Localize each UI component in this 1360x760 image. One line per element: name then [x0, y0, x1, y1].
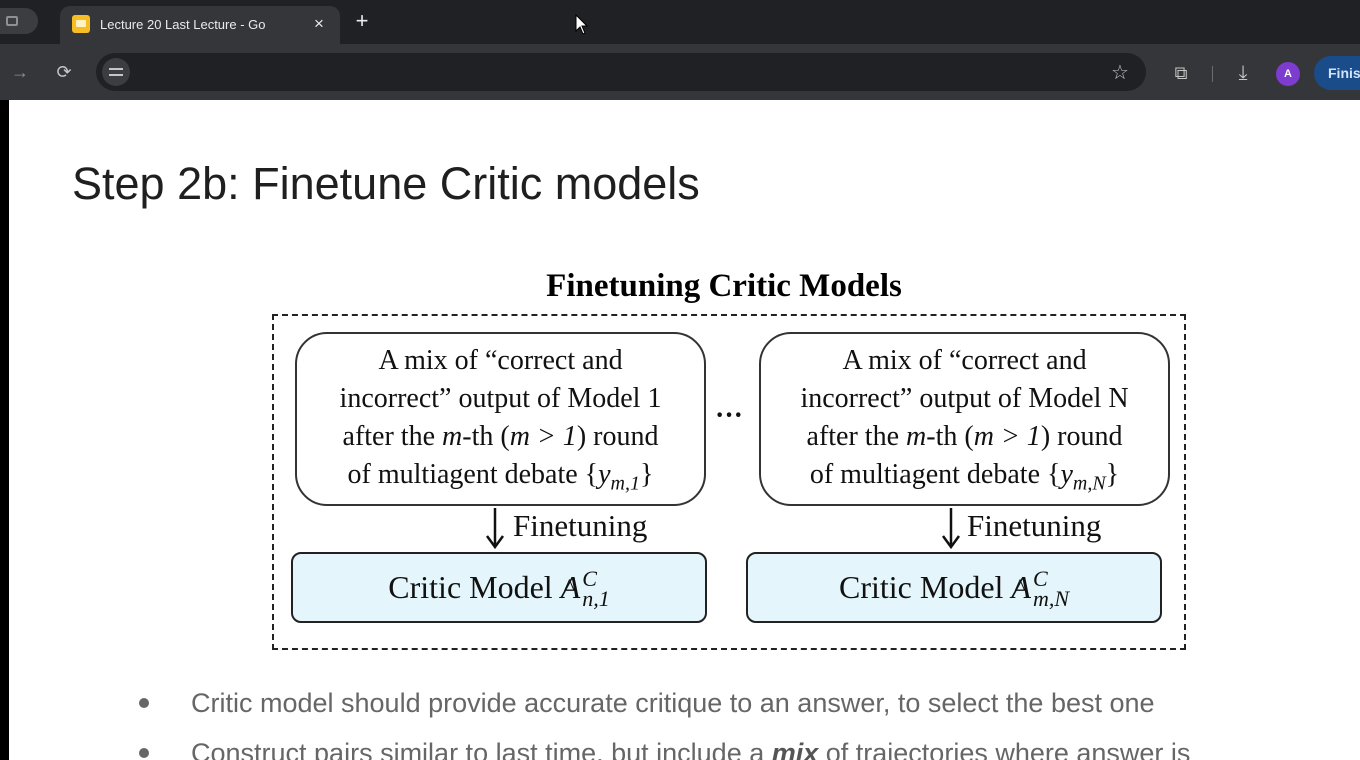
down-arrow-icon	[485, 508, 505, 550]
close-tab-icon[interactable]: ×	[308, 13, 330, 35]
bullet-icon	[139, 698, 149, 708]
bookmark-star-icon[interactable]: ☆	[1107, 60, 1133, 86]
slide-left-edge	[0, 100, 9, 760]
bullet-text: Construct pairs similar to last time, bu…	[191, 738, 1191, 760]
slide-title: Step 2b: Finetune Critic models	[72, 158, 700, 209]
finish-update-button[interactable]: Finis	[1314, 56, 1360, 90]
critic-model-1-box: Critic Model ^ A Cn,1	[291, 552, 707, 623]
new-tab-button[interactable]: +	[350, 9, 374, 33]
active-tab[interactable]: Lecture 20 Last Lecture - Go ×	[60, 6, 340, 44]
box-line: after the m-th (m > 1) round	[806, 421, 1123, 452]
box-line: A mix of “correct and	[842, 345, 1087, 376]
box-line: incorrect” output of Model N	[800, 383, 1129, 414]
critic-model-n-box: Critic Model ^ A Cm,N	[746, 552, 1162, 623]
bullet-text: Critic model should provide accurate cri…	[191, 688, 1155, 718]
tab-strip: Lecture 20 Last Lecture - Go × +	[0, 0, 1360, 44]
box-line: incorrect” output of Model 1	[339, 383, 662, 414]
box-line: of multiagent debate {ym,1}	[347, 459, 654, 495]
model-1-outputs-box: A mix of “correct and incorrect” output …	[295, 332, 706, 506]
model-n-outputs-box: A mix of “correct and incorrect” output …	[759, 332, 1170, 506]
reload-button[interactable]: ⟳	[52, 60, 76, 84]
mouse-cursor-icon	[575, 14, 589, 35]
download-icon[interactable]: ⤓	[1230, 60, 1256, 86]
extensions-icon[interactable]: ⧉	[1168, 60, 1194, 86]
browser-toolbar: → ⟳ ☆ ⧉ ⤓ A Finis	[0, 44, 1360, 100]
site-info-icon[interactable]	[102, 58, 130, 86]
box-line: A mix of “correct and	[378, 345, 623, 376]
bullet-list: Critic model should provide accurate cri…	[139, 682, 1339, 760]
profile-avatar[interactable]: A	[1276, 62, 1300, 86]
previous-tab[interactable]	[0, 8, 38, 34]
down-arrow-icon	[941, 508, 961, 550]
figure-title: Finetuning Critic Models	[546, 268, 902, 304]
forward-button[interactable]: →	[8, 60, 32, 84]
box-line: after the m-th (m > 1) round	[342, 421, 659, 452]
address-bar[interactable]	[96, 53, 1146, 91]
bullet-icon	[139, 748, 149, 758]
finetuning-label: Finetuning	[513, 508, 648, 543]
finetuning-label: Finetuning	[967, 508, 1102, 543]
slides-favicon-icon	[72, 15, 90, 33]
ellipsis: ···	[714, 400, 743, 431]
tab-group-icon	[6, 16, 18, 26]
tab-title: Lecture 20 Last Lecture - Go	[100, 17, 266, 32]
slide-canvas: Step 2b: Finetune Critic models Finetuni…	[9, 100, 1360, 760]
bullet-item: Critic model should provide accurate cri…	[139, 682, 1339, 732]
box-line: of multiagent debate {ym,N}	[809, 459, 1120, 495]
bullet-item: Construct pairs similar to last time, bu…	[139, 732, 1339, 760]
toolbar-divider	[1212, 66, 1213, 82]
